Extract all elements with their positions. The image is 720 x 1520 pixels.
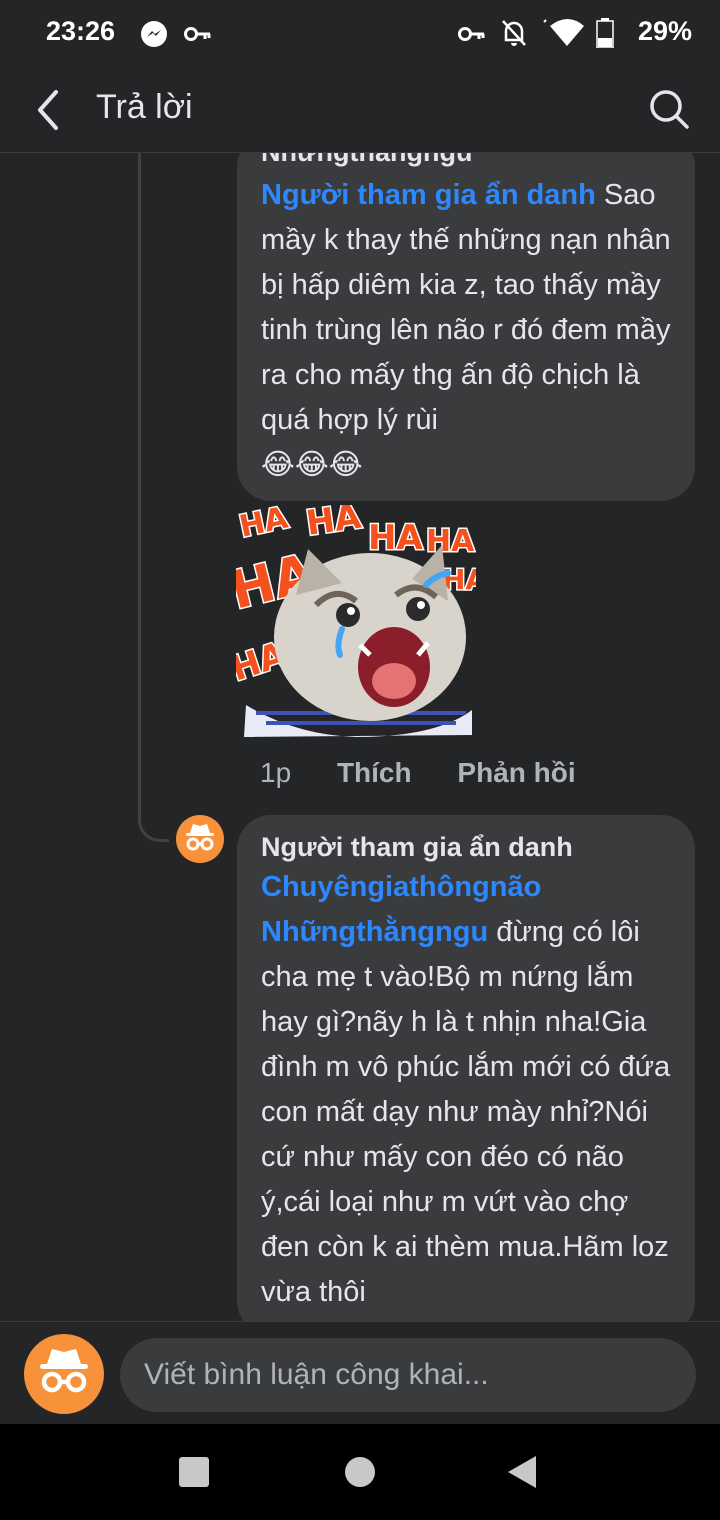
laughing-cat-sticker[interactable]: HA HA HA HA HA HA HA [236, 505, 476, 745]
anonymous-avatar-icon[interactable] [24, 1334, 104, 1414]
recent-apps-icon[interactable] [178, 1456, 210, 1488]
thread-line [138, 153, 141, 823]
mention-link[interactable]: Người tham gia ẩn danh [261, 179, 596, 211]
page-title: Trả lời [96, 88, 193, 126]
mention-link[interactable]: Nhữngthằngngu [261, 916, 488, 948]
back-arrow-icon[interactable] [28, 86, 68, 134]
navigation-bar [0, 1424, 720, 1520]
comment-thread: Nhữngthằngngu Người tham gia ẩn danh Sao… [0, 153, 720, 1321]
comment-input[interactable] [120, 1338, 696, 1412]
thread-line-branch [138, 793, 169, 842]
comment-composer [0, 1321, 720, 1425]
comment-timestamp: 1p [260, 757, 292, 788]
like-button[interactable]: Thích [337, 757, 412, 788]
mention-link[interactable]: Chuyêngiathôngnão [261, 871, 541, 903]
comment-author[interactable]: Người tham gia ẩn danh [261, 829, 671, 865]
comment-body: Chuyêngiathôngnão Nhữngthằngngu đừng có … [261, 865, 671, 1315]
comment-bubble[interactable]: Nhữngthằngngu Người tham gia ẩn danh Sao… [237, 153, 695, 501]
comment-body: Người tham gia ẩn danh Sao mầy k thay th… [261, 173, 671, 488]
comment-actions: 1p Thích Phản hồi [260, 757, 614, 789]
notifications-off-icon [502, 20, 526, 46]
sticker-ha-2: HA [304, 505, 364, 544]
home-icon[interactable] [344, 1456, 376, 1488]
anonymous-avatar-icon[interactable] [176, 815, 224, 863]
status-time: 23:26 [46, 16, 116, 46]
comment-text: đừng có lôi cha mẹ t vào!Bộ m nứng lắm h… [261, 916, 671, 1308]
battery-percent: 29% [637, 16, 692, 46]
vpn-key-icon [458, 27, 485, 41]
battery-icon [596, 18, 614, 48]
comment-bubble[interactable]: Người tham gia ẩn danh Chuyêngiathôngnão… [237, 815, 695, 1321]
messenger-icon [141, 21, 167, 47]
comment-emoji: 😂😂😂 [261, 449, 363, 481]
sticker-ha-3: HA [368, 518, 423, 558]
back-icon[interactable] [506, 1454, 538, 1490]
comment-text: Sao mầy k thay thế những nạn nhân bị hấp… [261, 179, 671, 436]
app-header: Trả lời [0, 68, 720, 153]
sticker-ha-1: HA [236, 505, 291, 545]
search-icon[interactable] [648, 88, 690, 130]
sticker-ha-4: HA [426, 524, 475, 559]
comment-author[interactable]: Nhữngthằngngu [261, 153, 671, 173]
reply-button[interactable]: Phản hồi [457, 757, 575, 788]
key-icon [184, 27, 211, 41]
status-bar: 23:26 29% [0, 0, 720, 68]
wifi-icon [543, 19, 584, 46]
